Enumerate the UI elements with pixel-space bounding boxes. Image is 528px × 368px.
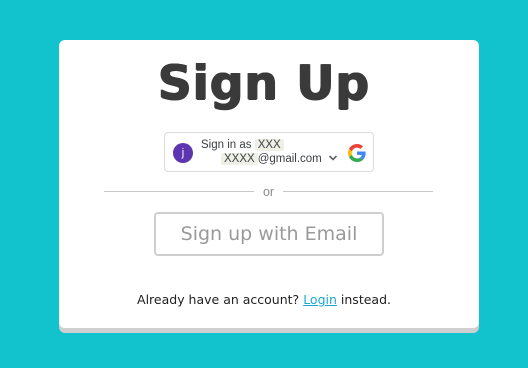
signup-email-button[interactable]: Sign up with Email (154, 212, 384, 256)
google-signin-button[interactable]: j Sign in as XXX XXXX @gmail.com (164, 132, 374, 172)
chevron-down-icon[interactable] (328, 153, 338, 163)
google-signin-line1: Sign in as XXX (201, 139, 284, 151)
login-link[interactable]: Login (303, 292, 337, 307)
divider-line-right (283, 191, 433, 192)
avatar: j (173, 143, 193, 163)
google-logo-icon (348, 144, 366, 162)
account-name-first: XXX (254, 139, 284, 151)
signin-as-label: Sign in as (201, 139, 252, 151)
account-email-domain: @gmail.com (257, 153, 322, 165)
page-title: Sign Up (157, 56, 371, 111)
divider-label: or (262, 185, 275, 199)
divider-line-left (104, 191, 254, 192)
login-prompt-suffix: instead. (340, 292, 391, 307)
login-prompt-prefix: Already have an account? (137, 292, 300, 307)
login-prompt: Already have an account? Login instead. (0, 292, 528, 308)
google-signin-line2: XXXX @gmail.com (221, 153, 322, 165)
account-name-last: XXXX (221, 153, 258, 165)
